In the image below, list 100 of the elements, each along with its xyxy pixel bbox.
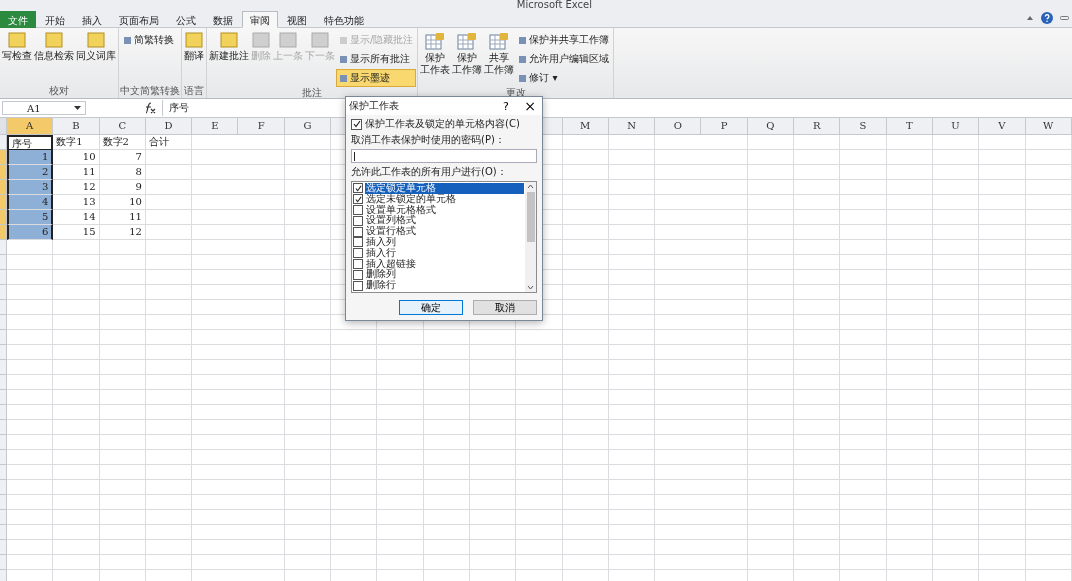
name-box[interactable]: A1 (2, 101, 86, 115)
help-button[interactable]: ? (494, 99, 518, 113)
square-icon (518, 73, 528, 83)
table-cell: 数字2 (99, 135, 146, 150)
list-item[interactable]: 删除行 (365, 280, 524, 291)
ribbon-button[interactable]: 允许用户编辑区域 (515, 50, 613, 68)
ribbon-button[interactable]: 写检查 (1, 30, 33, 85)
table-cell: 15 (53, 225, 100, 240)
password-field[interactable] (351, 149, 537, 163)
checkbox[interactable] (351, 118, 362, 130)
ribbon-tab[interactable]: 视图 (279, 11, 315, 28)
ribbon-button[interactable]: 显示墨迹 (336, 69, 417, 87)
list-item[interactable]: 选定未锁定的单元格 (365, 193, 524, 205)
column-header[interactable]: R (794, 118, 841, 134)
list-item[interactable]: 删除列 (365, 269, 524, 281)
ribbon-tab[interactable]: 插入 (74, 11, 110, 28)
ribbon-tab[interactable]: 公式 (168, 11, 204, 28)
square-icon (339, 73, 348, 83)
checkbox[interactable] (353, 205, 363, 215)
ribbon-tab[interactable]: 页面布局 (111, 11, 167, 28)
ribbon-tab[interactable]: 特色功能 (316, 11, 372, 28)
collapse-ribbon-icon[interactable] (1026, 14, 1034, 22)
ribbon-button[interactable]: 共享 工作簿 (483, 30, 516, 87)
column-header[interactable]: U (932, 118, 980, 134)
table-cell: 2 (7, 165, 54, 180)
list-item[interactable]: 设置单元格格式 (365, 204, 524, 216)
scrollbar[interactable] (525, 182, 536, 292)
minimize-icon[interactable] (1060, 15, 1069, 21)
column-header[interactable]: A (7, 118, 54, 134)
checkbox[interactable] (353, 183, 363, 194)
column-header[interactable]: C (99, 118, 146, 134)
checkbox[interactable] (353, 280, 363, 291)
close-button[interactable]: × (518, 98, 542, 114)
list-item[interactable]: 设置行格式 (365, 226, 524, 237)
ok-button[interactable]: 确定 (399, 300, 463, 315)
ribbon-button[interactable]: 新建批注 (208, 30, 250, 87)
column-header[interactable]: M (562, 118, 609, 134)
table-cell: 5 (7, 210, 54, 225)
square-icon (518, 35, 528, 45)
ribbon-button[interactable]: 简繁转换 (120, 31, 177, 49)
window-title: Microsoft Excel (516, 0, 592, 9)
ribbon-button[interactable]: 显示所有批注 (336, 50, 417, 68)
column-header[interactable]: G (284, 118, 332, 134)
ribbon-tab[interactable]: 开始 (37, 11, 73, 28)
note-icon (252, 32, 270, 48)
ribbon-button[interactable]: 保护 工作表 (419, 30, 452, 87)
file-tab[interactable]: 文件 (0, 11, 36, 28)
checkbox[interactable] (353, 269, 363, 280)
table-cell: 10 (53, 150, 100, 165)
password-label: 取消工作表保护时使用的密码(P)： (351, 133, 506, 147)
list-item[interactable]: 插入行 (365, 247, 524, 259)
checkbox[interactable] (353, 226, 363, 237)
column-header[interactable]: S (840, 118, 887, 134)
column-header[interactable]: B (53, 118, 100, 134)
column-header[interactable]: V (979, 118, 1026, 134)
table-cell: 4 (7, 195, 54, 210)
checkbox[interactable] (353, 237, 363, 248)
table-cell: 12 (99, 225, 146, 240)
note-icon (45, 32, 63, 48)
column-header[interactable]: D (145, 118, 193, 134)
list-item[interactable]: 设置列格式 (365, 215, 524, 227)
column-header[interactable]: F (238, 118, 285, 134)
note-icon (87, 32, 105, 48)
table-cell: 数字1 (53, 135, 100, 150)
ribbon-button[interactable]: 保护并共享工作簿 (515, 31, 613, 49)
column-header[interactable]: W (1025, 118, 1072, 134)
column-header[interactable]: O (655, 118, 702, 134)
ribbon-tab[interactable]: 数据 (205, 11, 241, 28)
checkbox[interactable] (353, 194, 363, 205)
list-item[interactable]: 插入超链接 (365, 258, 524, 270)
group-label: 批注 (301, 87, 324, 99)
cancel-button[interactable]: 取消 (473, 300, 537, 315)
column-header[interactable]: T (886, 118, 933, 134)
table-cell: 1 (7, 150, 54, 165)
column-header[interactable]: P (701, 118, 748, 134)
table-cell: 6 (7, 225, 54, 240)
note-icon (220, 32, 238, 48)
list-item[interactable]: 插入列 (365, 237, 524, 248)
column-header[interactable]: Q (747, 118, 795, 134)
ribbon-button[interactable]: 同义词库 (75, 30, 117, 85)
ribbon-tab[interactable]: 审阅 (242, 11, 278, 28)
list-item[interactable]: 选定锁定单元格 (365, 183, 524, 194)
checkbox[interactable] (353, 258, 363, 269)
table-cell: 11 (99, 210, 146, 225)
ribbon-button[interactable]: 翻译 (183, 30, 205, 85)
square-icon (123, 35, 132, 45)
table-cell: 10 (99, 195, 146, 210)
table-lock-icon (425, 32, 446, 50)
ribbon-button[interactable]: 修订 ▾ (515, 69, 613, 87)
ribbon-button[interactable]: 保护 工作簿 (451, 30, 484, 87)
checkbox[interactable] (353, 248, 363, 259)
column-header[interactable]: E (192, 118, 239, 134)
column-header[interactable]: N (608, 118, 656, 134)
permissions-list[interactable]: 选定锁定单元格 选定未锁定的单元格 设置单元格格式 设置列格式 设置行格式 插入列 插入行 插入超链接 删除列 删除行 (351, 181, 537, 293)
table-cell: 3 (7, 180, 54, 195)
table-lock-icon (489, 32, 510, 50)
dialog-title: 保护工作表 (349, 99, 399, 113)
ribbon-button[interactable]: 信息检索 (33, 30, 75, 85)
help-icon[interactable] (1041, 12, 1053, 24)
checkbox[interactable] (353, 215, 363, 226)
